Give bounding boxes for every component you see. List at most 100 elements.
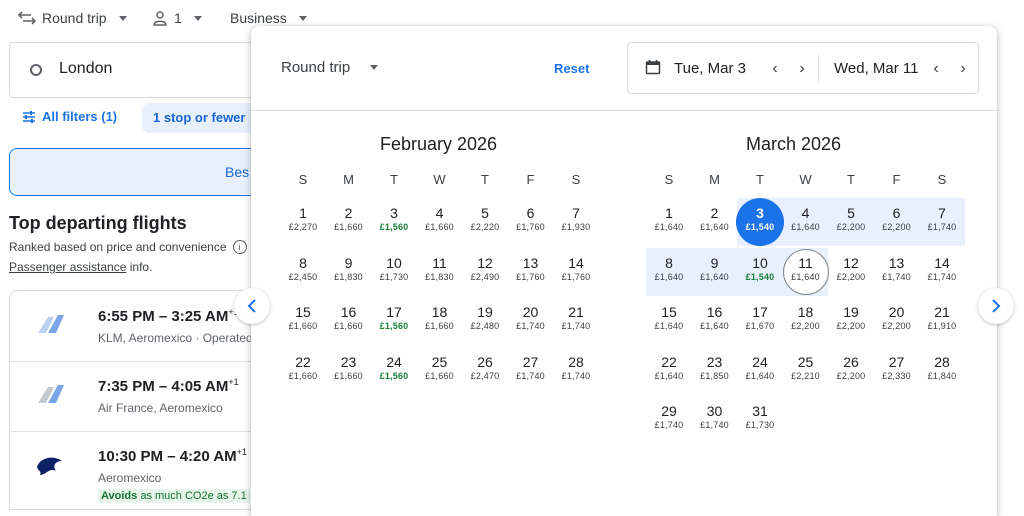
- calendar-day[interactable]: 8 £2,450: [280, 249, 326, 295]
- calendar-day[interactable]: 12 £2,200: [828, 249, 874, 295]
- stops-filter-chip[interactable]: 1 stop or fewer: [142, 103, 262, 133]
- day-number: 3: [756, 205, 764, 221]
- calendar-day[interactable]: 6 £1,760: [508, 199, 554, 245]
- calendar-day[interactable]: 3 £1,540: [737, 199, 783, 245]
- day-price: £2,200: [791, 321, 820, 331]
- chevron-left-icon[interactable]: ‹: [767, 61, 783, 77]
- calendar-day[interactable]: 25 £1,660: [417, 348, 463, 394]
- calendar-day[interactable]: 29 £1,740: [646, 397, 692, 443]
- calendar-day[interactable]: 27 £1,740: [508, 348, 554, 394]
- return-date[interactable]: Wed, Mar 11: [834, 60, 918, 77]
- calendar-day[interactable]: 13 £1,740: [874, 249, 920, 295]
- weekday-header: T: [847, 172, 855, 187]
- calendar-day[interactable]: 3 £1,560: [371, 199, 417, 245]
- calendar-day[interactable]: 11 £1,830: [417, 249, 463, 295]
- calendar-day[interactable]: 15 £1,660: [280, 298, 326, 344]
- calendar-day[interactable]: 9 £1,830: [326, 249, 372, 295]
- calendar-day[interactable]: 12 £2,490: [462, 249, 508, 295]
- flight-row[interactable]: 6:55 PM – 3:25 AM+1 KLM, Aeromexico · Op…: [10, 291, 270, 362]
- calendar-day[interactable]: 23 £1,850: [692, 348, 738, 394]
- departure-date[interactable]: Tue, Mar 3: [674, 60, 746, 77]
- flight-time: 7:35 PM – 4:05 AM+1: [98, 377, 239, 395]
- calendar-day[interactable]: 4 £1,640: [783, 199, 829, 245]
- day-price: £1,730: [379, 271, 409, 282]
- calendar-day[interactable]: 7 £1,930: [553, 199, 599, 245]
- chevron-left-icon[interactable]: ‹: [928, 61, 944, 77]
- chevron-right-icon[interactable]: ›: [955, 61, 971, 77]
- calendar-day[interactable]: 31 £1,730: [737, 397, 783, 443]
- calendar-day[interactable]: 22 £1,660: [280, 348, 326, 394]
- chevron-right-icon[interactable]: ›: [794, 61, 810, 77]
- calendar-day[interactable]: 19 £2,480: [462, 298, 508, 344]
- calendar-day[interactable]: 4 £1,660: [417, 199, 463, 245]
- day-price: £1,660: [334, 321, 363, 331]
- calendar-day[interactable]: 25 £2,210: [783, 348, 829, 394]
- day-number: 9: [710, 254, 719, 271]
- chevron-down-icon: [370, 65, 379, 70]
- info-icon[interactable]: i: [232, 240, 247, 254]
- day-price: £1,640: [654, 370, 684, 381]
- next-month-button[interactable]: [978, 288, 1014, 324]
- calendar-day[interactable]: 5 £2,220: [462, 199, 508, 245]
- calendar-day[interactable]: 10 £1,540: [737, 249, 783, 295]
- calendar-day[interactable]: 2 £1,660: [326, 199, 372, 245]
- trip-type-select[interactable]: Round trip: [18, 8, 127, 28]
- dialog-trip-type-select[interactable]: Round trip: [281, 59, 379, 76]
- calendar-day[interactable]: 17 £1,670: [737, 298, 783, 344]
- passengers-select[interactable]: 1: [152, 8, 202, 28]
- calendar-day[interactable]: 24 £1,640: [737, 348, 783, 394]
- calendar-day[interactable]: 26 £2,200: [828, 348, 874, 394]
- calendar-day[interactable]: 14 £1,740: [919, 249, 965, 295]
- swap-icon: [18, 11, 36, 25]
- calendar-day[interactable]: 27 £2,330: [874, 348, 920, 394]
- origin-field[interactable]: London: [9, 42, 271, 98]
- passenger-assistance-link[interactable]: Passenger assistance: [9, 260, 126, 274]
- calendar-day[interactable]: 21 £1,740: [553, 298, 599, 344]
- calendar-day[interactable]: 19 £2,200: [828, 298, 874, 344]
- calendar-day[interactable]: 2 £1,640: [692, 199, 738, 245]
- day-number: 6: [892, 205, 901, 221]
- calendar-day[interactable]: 28 £1,740: [553, 348, 599, 394]
- day-number: 7: [572, 205, 580, 221]
- previous-month-button[interactable]: [234, 288, 270, 324]
- calendar-day[interactable]: 16 £1,640: [692, 298, 738, 344]
- reset-button[interactable]: Reset: [554, 61, 589, 76]
- flight-row[interactable]: 7:35 PM – 4:05 AM+1 Air France, Aeromexi…: [10, 361, 270, 432]
- calendar-day[interactable]: 17 £1,560: [371, 298, 417, 344]
- flight-row[interactable]: 10:30 PM – 4:20 AM+1 Aeromexico Avoids a…: [10, 431, 270, 503]
- day-price: £1,840: [927, 370, 957, 381]
- day-number: 26: [477, 353, 493, 370]
- calendar-day[interactable]: 11 £1,640: [783, 249, 829, 295]
- chevron-right-icon: [992, 299, 1001, 313]
- calendar-day[interactable]: 10 £1,730: [371, 249, 417, 295]
- calendar-day[interactable]: 7 £1,740: [919, 199, 965, 245]
- calendar-day[interactable]: 13 £1,760: [508, 249, 554, 295]
- date-range-field: Tue, Mar 3 ‹ › Wed, Mar 11 ‹ ›: [627, 42, 979, 94]
- calendar-day[interactable]: 8 £1,640: [646, 249, 692, 295]
- calendar-day[interactable]: 28 £1,840: [919, 348, 965, 394]
- calendar-day[interactable]: 20 £1,740: [508, 298, 554, 344]
- calendar-day[interactable]: 21 £1,910: [919, 298, 965, 344]
- calendar-day[interactable]: 5 £2,200: [828, 199, 874, 245]
- tab-best[interactable]: Bes: [9, 148, 269, 196]
- weekday-header: S: [664, 172, 674, 187]
- tab-best-label: Bes: [225, 164, 250, 180]
- calendar-day[interactable]: 18 £1,660: [417, 298, 463, 344]
- calendar-day[interactable]: 1 £2,270: [280, 199, 326, 245]
- calendar-day[interactable]: 24 £1,560: [371, 348, 417, 394]
- day-number: 1: [299, 205, 307, 221]
- calendar-day[interactable]: 9 £1,640: [692, 249, 738, 295]
- calendar-day[interactable]: 16 £1,660: [326, 298, 372, 344]
- calendar-day[interactable]: 20 £2,200: [874, 298, 920, 344]
- calendar-day[interactable]: 6 £2,200: [874, 199, 920, 245]
- calendar-day[interactable]: 23 £1,660: [326, 348, 372, 394]
- calendar-day[interactable]: 14 £1,760: [553, 249, 599, 295]
- calendar-day[interactable]: 15 £1,640: [646, 298, 692, 344]
- all-filters-button[interactable]: All filters (1): [22, 109, 117, 124]
- calendar-day[interactable]: 18 £2,200: [783, 298, 829, 344]
- calendar-day[interactable]: 26 £2,470: [462, 348, 508, 394]
- calendar-day[interactable]: 30 £1,740: [692, 397, 738, 443]
- calendar-day[interactable]: 22 £1,640: [646, 348, 692, 394]
- calendar-day[interactable]: 1 £1,640: [646, 199, 692, 245]
- cabin-select[interactable]: Business: [230, 8, 307, 28]
